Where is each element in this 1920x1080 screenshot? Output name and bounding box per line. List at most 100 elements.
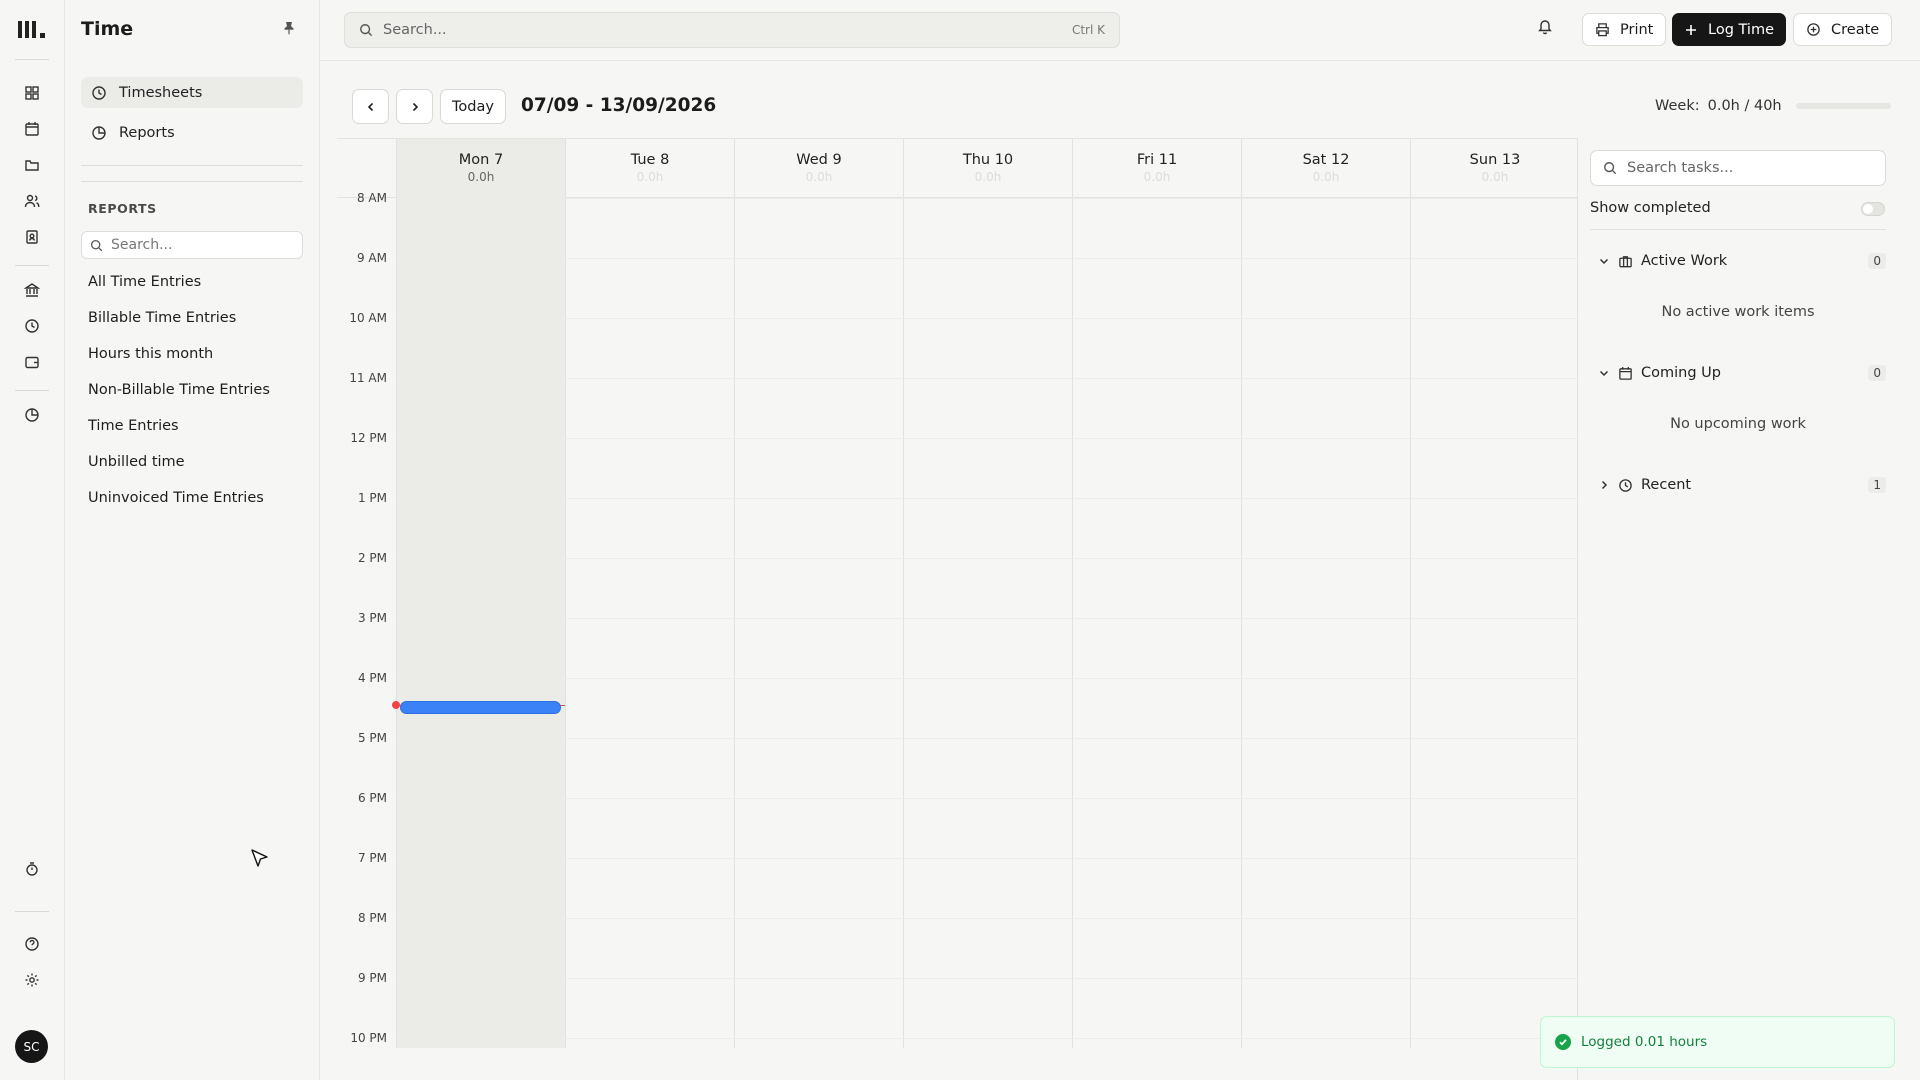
day-header[interactable]: Sat 12 0.0h	[1241, 139, 1410, 199]
hour-gridline	[396, 858, 1577, 859]
success-toast: Logged 0.01 hours	[1540, 1016, 1895, 1068]
day-column[interactable]	[1241, 198, 1410, 1048]
time-label: 11 AM	[349, 371, 387, 385]
time-entry-block[interactable]	[400, 701, 561, 714]
timer-icon[interactable]	[20, 857, 44, 881]
people-icon[interactable]	[20, 189, 44, 213]
day-column[interactable]	[565, 198, 734, 1048]
week-summary: Week: 0.0h / 40h	[1655, 98, 1891, 114]
time-label: 10 PM	[350, 1031, 387, 1045]
today-button[interactable]: Today	[440, 89, 506, 124]
folder-icon[interactable]	[20, 153, 44, 177]
next-week-button[interactable]	[396, 89, 433, 124]
bell-icon[interactable]	[1537, 18, 1553, 35]
search-icon	[90, 239, 103, 252]
hour-gridline	[396, 318, 1577, 319]
clock-icon[interactable]	[20, 314, 44, 338]
nav-timesheets[interactable]: Timesheets	[81, 77, 303, 108]
task-search-placeholder: Search tasks...	[1627, 160, 1734, 176]
hour-gridline	[396, 738, 1577, 739]
contacts-icon[interactable]	[20, 225, 44, 249]
day-column[interactable]	[903, 198, 1072, 1048]
create-label: Create	[1831, 21, 1880, 38]
empty-state: No upcoming work	[1670, 416, 1806, 432]
report-link[interactable]: Unbilled time	[88, 454, 185, 470]
prev-week-button[interactable]	[352, 89, 389, 124]
group-recent[interactable]: Recent 1	[1598, 474, 1886, 496]
calendar-icon[interactable]	[20, 117, 44, 141]
briefcase-icon	[1618, 254, 1633, 269]
empty-state: No active work items	[1661, 304, 1815, 320]
report-link[interactable]: Non-Billable Time Entries	[88, 382, 270, 398]
day-column[interactable]	[396, 198, 565, 1048]
print-label: Print	[1620, 21, 1654, 38]
search-shortcut: Ctrl K	[1071, 23, 1105, 37]
week-label: Week:	[1655, 98, 1700, 114]
plus-circle-icon	[1806, 22, 1821, 37]
report-link[interactable]: Billable Time Entries	[88, 310, 236, 326]
hour-gridline	[396, 798, 1577, 799]
module-title: Time	[81, 18, 134, 40]
day-name: Mon 7	[458, 152, 504, 168]
help-icon[interactable]	[20, 932, 44, 956]
group-active-work[interactable]: Active Work 0	[1598, 250, 1886, 272]
task-search-input[interactable]: Search tasks...	[1590, 150, 1886, 186]
sidebar-divider	[81, 165, 303, 166]
time-label: 1 PM	[357, 491, 387, 505]
hour-gridline	[396, 618, 1577, 619]
global-search-input[interactable]: Search... Ctrl K	[344, 12, 1120, 48]
user-avatar[interactable]: SC	[15, 1030, 48, 1063]
time-label: 4 PM	[357, 671, 387, 685]
calendar-header: Mon 7 0.0h Tue 8 0.0h Wed 9 0.0h Thu 10 0.0h Fri…	[337, 138, 1577, 199]
group-coming-up[interactable]: Coming Up 0	[1598, 362, 1886, 384]
day-hours: 0.0h	[805, 170, 833, 184]
search-icon	[1603, 161, 1617, 175]
top-bar: Search... Ctrl K Print Log Time Create	[320, 0, 1920, 61]
day-column[interactable]	[734, 198, 903, 1048]
search-placeholder: Search...	[111, 237, 173, 253]
day-header[interactable]: Fri 11 0.0h	[1072, 139, 1241, 199]
settings-icon[interactable]	[20, 968, 44, 992]
day-header[interactable]: Tue 8 0.0h	[565, 139, 734, 199]
time-label: 9 AM	[356, 251, 387, 265]
pin-icon[interactable]	[281, 20, 297, 36]
hour-gridline	[396, 558, 1577, 559]
panel-divider	[1590, 229, 1886, 230]
reports-search-input[interactable]: Search...	[81, 231, 303, 259]
app-rail: SC	[0, 0, 65, 1080]
hour-gridline	[396, 498, 1577, 499]
dashboard-icon[interactable]	[20, 81, 44, 105]
show-completed-toggle[interactable]	[1861, 202, 1885, 216]
report-link[interactable]: Hours this month	[88, 346, 213, 362]
day-header[interactable]: Mon 7 0.0h	[396, 139, 565, 199]
day-name: Tue 8	[630, 152, 670, 168]
group-count: 1	[1868, 477, 1886, 493]
time-label: 10 AM	[349, 311, 387, 325]
day-hours: 0.0h	[636, 170, 664, 184]
day-header[interactable]: Sun 13 0.0h	[1410, 139, 1577, 199]
time-label: 8 PM	[357, 911, 387, 925]
log-time-button[interactable]: Log Time	[1672, 13, 1786, 46]
report-link[interactable]: Uninvoiced Time Entries	[88, 490, 264, 506]
day-name: Sun 13	[1469, 152, 1521, 168]
print-button[interactable]: Print	[1582, 13, 1667, 46]
time-label: 2 PM	[357, 551, 387, 565]
day-column[interactable]	[1410, 198, 1577, 1048]
report-link[interactable]: All Time Entries	[88, 274, 201, 290]
reports-pie-icon[interactable]	[20, 403, 44, 427]
day-header[interactable]: Wed 9 0.0h	[734, 139, 903, 199]
toast-message: Logged 0.01 hours	[1581, 1034, 1708, 1050]
wallet-icon[interactable]	[20, 350, 44, 374]
day-header[interactable]: Thu 10 0.0h	[903, 139, 1072, 199]
report-link[interactable]: Time Entries	[88, 418, 179, 434]
day-column[interactable]	[1072, 198, 1241, 1048]
nav-reports[interactable]: Reports	[81, 117, 303, 148]
chevron-down-icon	[1598, 255, 1610, 267]
app-logo[interactable]	[17, 16, 49, 42]
group-count: 0	[1868, 365, 1886, 381]
create-button[interactable]: Create	[1793, 13, 1893, 46]
bank-icon[interactable]	[20, 278, 44, 302]
day-hours: 0.0h	[974, 170, 1002, 184]
week-calendar: Mon 7 0.0h Tue 8 0.0h Wed 9 0.0h Thu 10 0.0h Fri…	[337, 138, 1577, 1048]
hour-gridline	[396, 918, 1577, 919]
